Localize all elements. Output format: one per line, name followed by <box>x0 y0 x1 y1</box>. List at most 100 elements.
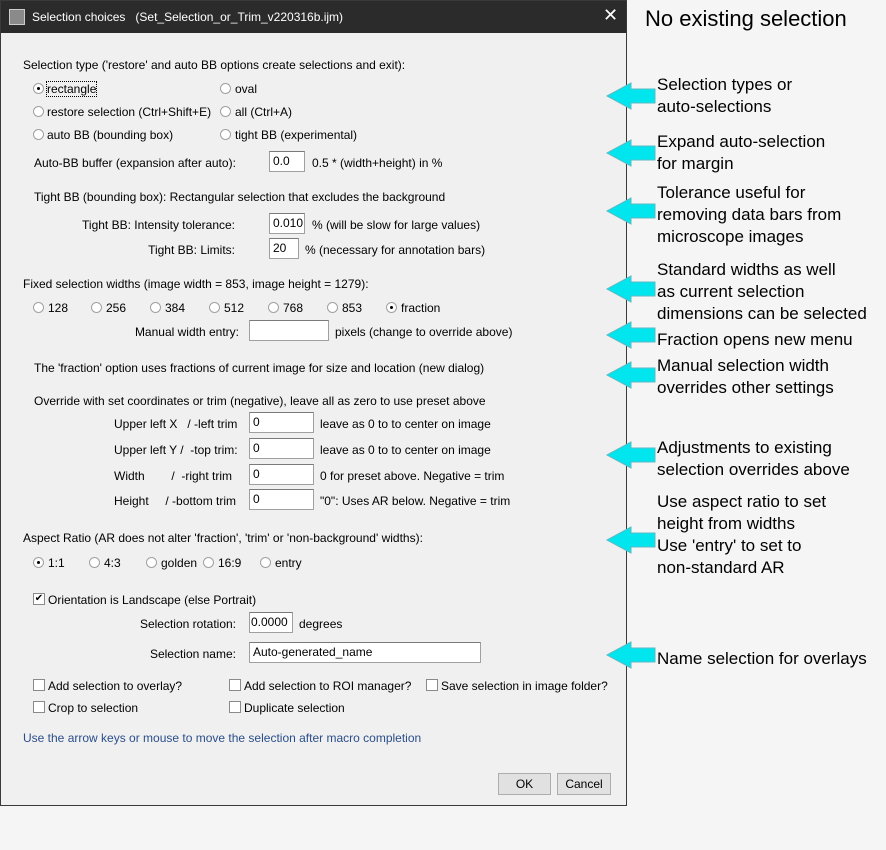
radio-width-256[interactable] <box>91 302 102 313</box>
override-note: leave as 0 to to center on image <box>320 417 491 431</box>
hint-text: Use the arrow keys or mouse to move the … <box>23 731 422 745</box>
rotation-label: Selection rotation: <box>139 617 236 631</box>
radio-width-768[interactable] <box>268 302 279 313</box>
radio-label[interactable]: 853 <box>342 301 362 315</box>
cancel-button[interactable]: Cancel <box>557 773 611 795</box>
radio-width-384[interactable] <box>150 302 161 313</box>
annotation-text: Adjustments to existing selection overri… <box>657 438 850 479</box>
checkbox[interactable] <box>33 701 45 713</box>
override-label: Upper left Y / -top trim: <box>114 443 238 457</box>
arrow-left-icon <box>605 275 656 303</box>
annotation-text: Fraction opens new menu <box>657 330 853 349</box>
limits-input[interactable]: 20 <box>269 238 299 259</box>
radio-rectangle[interactable] <box>33 83 44 94</box>
annotation-text: Selection types or auto-selections <box>657 75 793 116</box>
selection-choices-dialog: Selection choices (Set_Selection_or_Trim… <box>0 0 627 806</box>
radio-auto-bb[interactable] <box>33 129 44 140</box>
radio-aspect-entry[interactable] <box>260 557 271 568</box>
radio-label[interactable]: auto BB (bounding box) <box>47 128 173 142</box>
rotation-suffix: degrees <box>299 617 343 631</box>
radio-label[interactable]: 16:9 <box>218 556 241 570</box>
override-label: Upper left X / -left trim <box>114 417 238 431</box>
ok-button[interactable]: OK <box>498 773 551 795</box>
auto-bb-suffix: 0.5 * (width+height) in % <box>312 156 443 170</box>
limits-label: Tight BB: Limits: <box>148 243 235 257</box>
radio-tight-bb[interactable] <box>220 129 231 140</box>
manual-width-suffix: pixels (change to override above) <box>335 325 513 339</box>
annotation-text: Tolerance useful for removing data bars … <box>657 183 842 246</box>
arrow-left-icon <box>605 197 656 225</box>
annotation-text: Expand auto-selection for margin <box>657 132 826 173</box>
name-label: Selection name: <box>149 647 236 661</box>
override-label: Height / -bottom trim <box>114 494 237 508</box>
radio-label[interactable]: entry <box>275 556 302 570</box>
auto-bb-input[interactable]: 0.0 <box>269 151 305 172</box>
radio-label[interactable]: 768 <box>283 301 303 315</box>
orientation-label: Orientation is Landscape (else Portrait) <box>48 593 257 607</box>
tolerance-input[interactable]: 0.010 <box>269 213 305 234</box>
radio-aspect-16:9[interactable] <box>203 557 214 568</box>
radio-label[interactable]: 384 <box>165 301 185 315</box>
arrow-left-icon <box>605 361 656 389</box>
radio-label[interactable]: golden <box>161 556 197 570</box>
checkbox-label: Add selection to overlay? <box>48 679 183 693</box>
radio-label[interactable]: all (Ctrl+A) <box>235 105 292 119</box>
radio-label[interactable]: 512 <box>224 301 244 315</box>
selection-type-heading: Selection type ('restore' and auto BB op… <box>23 58 406 72</box>
orientation-checkbox[interactable]: ✔ <box>33 593 45 605</box>
annotation-text: Name selection for overlays <box>657 649 867 668</box>
manual-width-input[interactable] <box>249 320 329 341</box>
checkbox[interactable] <box>426 679 438 691</box>
selection-name-input[interactable]: Auto-generated_name <box>249 642 481 663</box>
radio-label[interactable]: rectangle <box>45 81 98 97</box>
radio-label[interactable]: restore selection (Ctrl+Shift+E) <box>47 105 211 119</box>
checkbox[interactable] <box>229 701 241 713</box>
checkbox-label: Save selection in image folder? <box>441 679 608 693</box>
override-input[interactable]: 0 <box>249 489 314 510</box>
radio-all[interactable] <box>220 106 231 117</box>
close-icon[interactable]: ✕ <box>603 5 618 26</box>
radio-restore[interactable] <box>33 106 44 117</box>
radio-oval[interactable] <box>220 83 231 94</box>
radio-width-853[interactable] <box>327 302 338 313</box>
radio-label[interactable]: 4:3 <box>104 556 121 570</box>
radio-aspect-1:1[interactable] <box>33 557 44 568</box>
radio-aspect-golden[interactable] <box>146 557 157 568</box>
override-input[interactable]: 0 <box>249 464 314 485</box>
tight-bb-heading: Tight BB (bounding box): Rectangular sel… <box>34 190 446 204</box>
annotation-text: Manual selection width overrides other s… <box>657 356 834 397</box>
rotation-input[interactable]: 0.0000 <box>249 612 293 633</box>
auto-bb-label: Auto-BB buffer (expansion after auto): <box>34 156 236 170</box>
limits-suffix: % (necessary for annotation bars) <box>305 243 486 257</box>
radio-label[interactable]: 1:1 <box>48 556 65 570</box>
manual-width-label: Manual width entry: <box>134 325 239 339</box>
radio-width-128[interactable] <box>33 302 44 313</box>
fraction-note: The 'fraction' option uses fractions of … <box>34 361 485 375</box>
radio-width-fraction[interactable] <box>386 302 397 313</box>
override-note: leave as 0 to to center on image <box>320 443 491 457</box>
annotation-header: No existing selection <box>645 6 847 31</box>
arrow-left-icon <box>605 526 656 554</box>
radio-aspect-4:3[interactable] <box>89 557 100 568</box>
checkbox[interactable] <box>33 679 45 691</box>
radio-label[interactable]: 256 <box>106 301 126 315</box>
arrow-left-icon <box>605 441 656 469</box>
aspect-heading: Aspect Ratio (AR does not alter 'fractio… <box>23 531 423 545</box>
checkbox[interactable] <box>229 679 241 691</box>
radio-label[interactable]: 128 <box>48 301 68 315</box>
widths-heading: Fixed selection widths (image width = 85… <box>23 277 369 291</box>
override-note: 0 for preset above. Negative = trim <box>320 469 505 483</box>
radio-label[interactable]: oval <box>235 82 257 96</box>
arrow-left-icon <box>605 82 656 110</box>
annotation-text: Use aspect ratio to set height from widt… <box>657 492 827 577</box>
override-input[interactable]: 0 <box>249 412 314 433</box>
radio-label[interactable]: fraction <box>401 301 440 315</box>
window-title: Selection choices (Set_Selection_or_Trim… <box>32 10 344 24</box>
override-input[interactable]: 0 <box>249 438 314 459</box>
radio-label[interactable]: tight BB (experimental) <box>235 128 357 142</box>
checkbox-label: Crop to selection <box>48 701 139 715</box>
radio-width-512[interactable] <box>209 302 220 313</box>
app-icon <box>9 9 25 25</box>
arrow-left-icon <box>605 139 656 167</box>
title-bar: Selection choices (Set_Selection_or_Trim… <box>1 1 626 33</box>
